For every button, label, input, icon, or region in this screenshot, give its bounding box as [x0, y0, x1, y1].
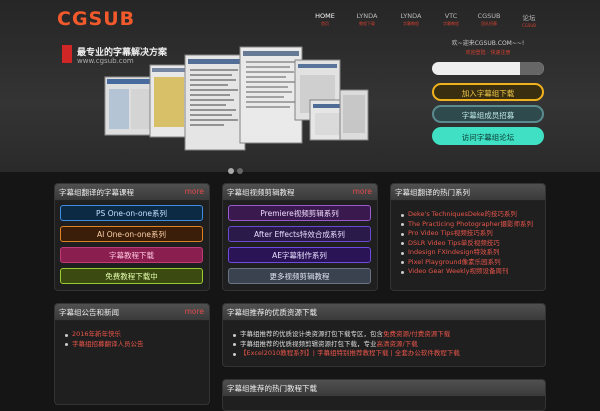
- free-download-button[interactable]: 免费教程下载中: [60, 268, 203, 284]
- recommend-list: 字幕组推荐的优质设计类资源打包下载专区，包含免费资源/付费资源下载 字幕组推荐的…: [233, 330, 541, 359]
- list-item[interactable]: Pixel Playground像素乐园系列: [401, 258, 541, 268]
- site-logo[interactable]: CGSUB: [57, 8, 135, 30]
- nav-item-cgsub[interactable]: CGSUB 团队招募: [472, 12, 506, 27]
- news-list: 2016年新年快乐 字幕组招募翻译人员公告: [65, 330, 205, 349]
- slider-dot[interactable]: [228, 168, 234, 174]
- panel-title: 字幕组推荐的优质资源下载: [227, 308, 317, 317]
- panel-hot-tutorials: 字幕组推荐的热门教程下载: [222, 379, 546, 411]
- list-item[interactable]: Indesign FXIndesign特效系列: [401, 248, 541, 258]
- list-item[interactable]: The Practicing Photographer摄影师系列: [401, 220, 541, 230]
- slider-dot[interactable]: [237, 168, 243, 174]
- search-input[interactable]: [432, 62, 544, 75]
- ai-series-button[interactable]: AI One-on-one系列: [60, 226, 203, 242]
- list-item[interactable]: 2016年新年快乐: [65, 330, 205, 340]
- more-link[interactable]: more: [353, 187, 372, 196]
- ae-subtitle-series-button[interactable]: AE字幕制作系列: [228, 247, 371, 263]
- nav-label: HOME: [315, 12, 335, 20]
- nav-sublabel: 团队招募: [481, 21, 497, 26]
- panel-title: 字幕组翻译的热门系列: [395, 188, 470, 197]
- list-item[interactable]: 字幕组推荐的优质设计类资源打包下载专区，包含免费资源/付费资源下载: [233, 330, 541, 340]
- item-text: 字幕组推荐的优质视频剪辑资源打包下载，专业: [240, 339, 377, 348]
- panel-title: 字幕组视频剪辑教程: [227, 188, 295, 197]
- list-item[interactable]: 字幕组推荐的优质视频剪辑资源打包下载，专业高清资源/下载: [233, 340, 541, 350]
- panel-header: 字幕组视频剪辑教程 more: [223, 184, 377, 201]
- login-register-links[interactable]: 欢迎登陆 · 快速注册: [432, 49, 544, 56]
- panel-lynda-courses: 字幕组翻译的字幕课程 more PS One-on-one系列 AI One-o…: [54, 183, 210, 291]
- welcome-box: 欢~迎来CGSUB.COM~~! 欢迎登陆 · 快速注册: [432, 38, 544, 56]
- member-recruit-button[interactable]: 字幕组成员招募: [432, 105, 544, 123]
- after-effects-series-button[interactable]: After Effects特效合成系列: [228, 226, 371, 242]
- panel-header: 字幕组推荐的优质资源下载: [223, 304, 545, 321]
- nav-label: LYNDA: [356, 12, 378, 20]
- nav-sublabel: CGSUB: [521, 23, 537, 28]
- search-button[interactable]: [520, 62, 544, 75]
- panel-header: 字幕组公告和新闻 more: [55, 304, 209, 321]
- welcome-text: 欢~迎来CGSUB.COM~~!: [451, 40, 525, 47]
- nav-sublabel: 字幕教程: [403, 21, 419, 26]
- list-item[interactable]: Video Gear Weekly视频设备周刊: [401, 267, 541, 277]
- panel-header: 字幕组翻译的字幕课程 more: [55, 184, 209, 201]
- more-video-tutorials-button[interactable]: 更多视频剪辑教程: [228, 268, 371, 284]
- panel-hot-series: 字幕组翻译的热门系列 Deke's TechniquesDeke的技巧系列 Th…: [390, 183, 546, 291]
- list-item[interactable]: Deke's TechniquesDeke的技巧系列: [401, 210, 541, 220]
- list-item[interactable]: DSLR Video Tips单反视频技巧: [401, 239, 541, 249]
- nav-item-vtc[interactable]: VTC 字幕教程: [436, 12, 466, 27]
- nav-item-home[interactable]: HOME 首页: [310, 12, 340, 27]
- panel-title: 字幕组推荐的热门教程下载: [227, 384, 317, 393]
- headline-mark: [62, 45, 72, 63]
- premiere-series-button[interactable]: Premiere视频剪辑系列: [228, 205, 371, 221]
- panel-header: 字幕组推荐的热门教程下载: [223, 380, 545, 397]
- nav-item-forum[interactable]: 论坛 CGSUB: [514, 12, 544, 28]
- main-nav: HOME 首页 LYNDA 教程下载 LYNDA 字幕教程 VTC 字幕教程 C…: [310, 12, 545, 34]
- nav-item-lynda-download[interactable]: LYNDA 教程下载: [350, 12, 384, 27]
- panel-recommended-resources: 字幕组推荐的优质资源下载 字幕组推荐的优质设计类资源打包下载专区，包含免费资源/…: [222, 303, 546, 367]
- panel-news: 字幕组公告和新闻 more 2016年新年快乐 字幕组招募翻译人员公告: [54, 303, 210, 405]
- more-link[interactable]: more: [185, 307, 204, 316]
- panel-header: 字幕组翻译的热门系列: [391, 184, 545, 201]
- item-link[interactable]: 免费资源/付费资源下载: [383, 330, 450, 338]
- list-item[interactable]: 【Excel2010教程系列】| 字幕组特别推荐教程下载 | 全套办公软件教程下…: [233, 349, 541, 359]
- panel-video-editing: 字幕组视频剪辑教程 more Premiere视频剪辑系列 After Effe…: [222, 183, 378, 291]
- more-link[interactable]: more: [185, 187, 204, 196]
- item-text: 字幕组推荐的优质设计类资源打包下载专区，包含: [240, 330, 383, 338]
- list-item[interactable]: 字幕组招募翻译人员公告: [65, 340, 205, 350]
- software-screenshots-collage: [104, 46, 369, 151]
- item-link[interactable]: 高清资源/下载: [377, 340, 418, 348]
- nav-label: 论坛: [522, 14, 536, 22]
- nav-sublabel: 字幕教程: [443, 21, 459, 26]
- join-download-button[interactable]: 加入字幕组下载: [432, 83, 544, 101]
- subtitle-download-button[interactable]: 字幕教程下载: [60, 247, 203, 263]
- nav-sublabel: 首页: [321, 21, 329, 26]
- nav-sublabel: 教程下载: [359, 21, 375, 26]
- nav-label: CGSUB: [477, 12, 501, 20]
- item-link[interactable]: 【Excel2010教程系列】| 字幕组特别推荐教程下载 | 全套办公软件教程下…: [240, 349, 460, 357]
- ps-series-button[interactable]: PS One-on-one系列: [60, 205, 203, 221]
- slider-dots: [228, 159, 246, 178]
- series-list: Deke's TechniquesDeke的技巧系列 The Practicin…: [401, 210, 541, 277]
- panel-title: 字幕组公告和新闻: [59, 308, 119, 317]
- nav-item-lynda-subtitles[interactable]: LYNDA 字幕教程: [394, 12, 428, 27]
- nav-label: LYNDA: [400, 12, 422, 20]
- list-item[interactable]: Pro Video Tips视频技巧系列: [401, 229, 541, 239]
- nav-label: VTC: [444, 12, 458, 20]
- panel-title: 字幕组翻译的字幕课程: [59, 188, 134, 197]
- visit-forum-button[interactable]: 访问字幕组论坛: [432, 127, 544, 145]
